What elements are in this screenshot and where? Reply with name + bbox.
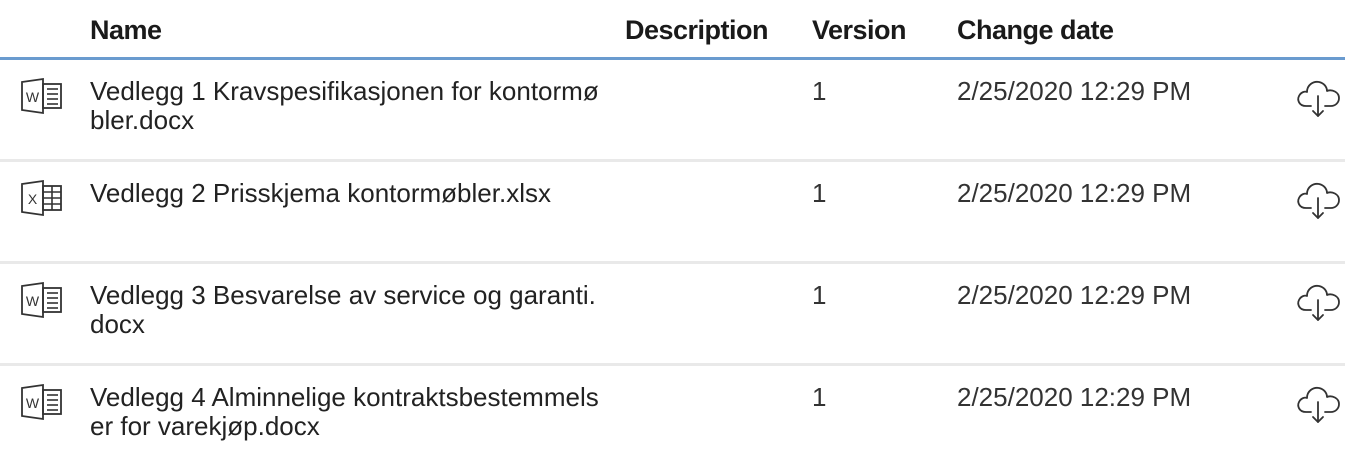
file-version: 1 [812, 178, 827, 208]
file-change-date: 2/25/2020 12:29 PM [957, 76, 1192, 106]
column-header-name[interactable]: Name [90, 15, 162, 46]
file-name-link[interactable]: Vedlegg 4 Alminnelige kontraktsbestemmel… [90, 383, 610, 441]
cloud-download-icon[interactable] [1294, 380, 1344, 426]
column-header-version[interactable]: Version [812, 15, 907, 46]
cloud-download-icon[interactable] [1294, 176, 1344, 222]
cloud-download-icon[interactable] [1294, 74, 1344, 120]
table-row: W Vedlegg 3 Besvarelse av service og gar… [0, 264, 1345, 366]
word-document-icon: W [21, 281, 62, 319]
table-row: X Vedlegg 2 Prisskjema kontormøbler.xlsx… [0, 162, 1345, 264]
column-header-change-date[interactable]: Change date [957, 15, 1114, 46]
svg-text:W: W [26, 395, 40, 411]
column-header-description[interactable]: Description [625, 15, 769, 46]
cloud-download-icon[interactable] [1294, 278, 1344, 324]
file-version: 1 [812, 382, 827, 412]
file-name-link[interactable]: Vedlegg 3 Besvarelse av service og garan… [90, 281, 610, 339]
documents-table: Name Description Version Change date W V… [0, 0, 1345, 465]
file-name-link[interactable]: Vedlegg 1 Kravspesifikasjonen for kontor… [90, 77, 610, 135]
file-change-date: 2/25/2020 12:29 PM [957, 280, 1192, 310]
table-row: W Vedlegg 4 Alminnelige kontraktsbestemm… [0, 366, 1345, 465]
file-name-link[interactable]: Vedlegg 2 Prisskjema kontormøbler.xlsx [90, 179, 610, 208]
svg-text:X: X [28, 191, 38, 207]
word-document-icon: W [21, 383, 62, 421]
table-header: Name Description Version Change date [0, 0, 1345, 60]
table-row: W Vedlegg 1 Kravspesifikasjonen for kont… [0, 60, 1345, 162]
file-change-date: 2/25/2020 12:29 PM [957, 382, 1192, 412]
file-version: 1 [812, 76, 827, 106]
word-document-icon: W [21, 77, 62, 115]
svg-text:W: W [26, 89, 40, 105]
file-change-date: 2/25/2020 12:29 PM [957, 178, 1192, 208]
excel-spreadsheet-icon: X [21, 179, 62, 217]
svg-text:W: W [26, 293, 40, 309]
file-version: 1 [812, 280, 827, 310]
